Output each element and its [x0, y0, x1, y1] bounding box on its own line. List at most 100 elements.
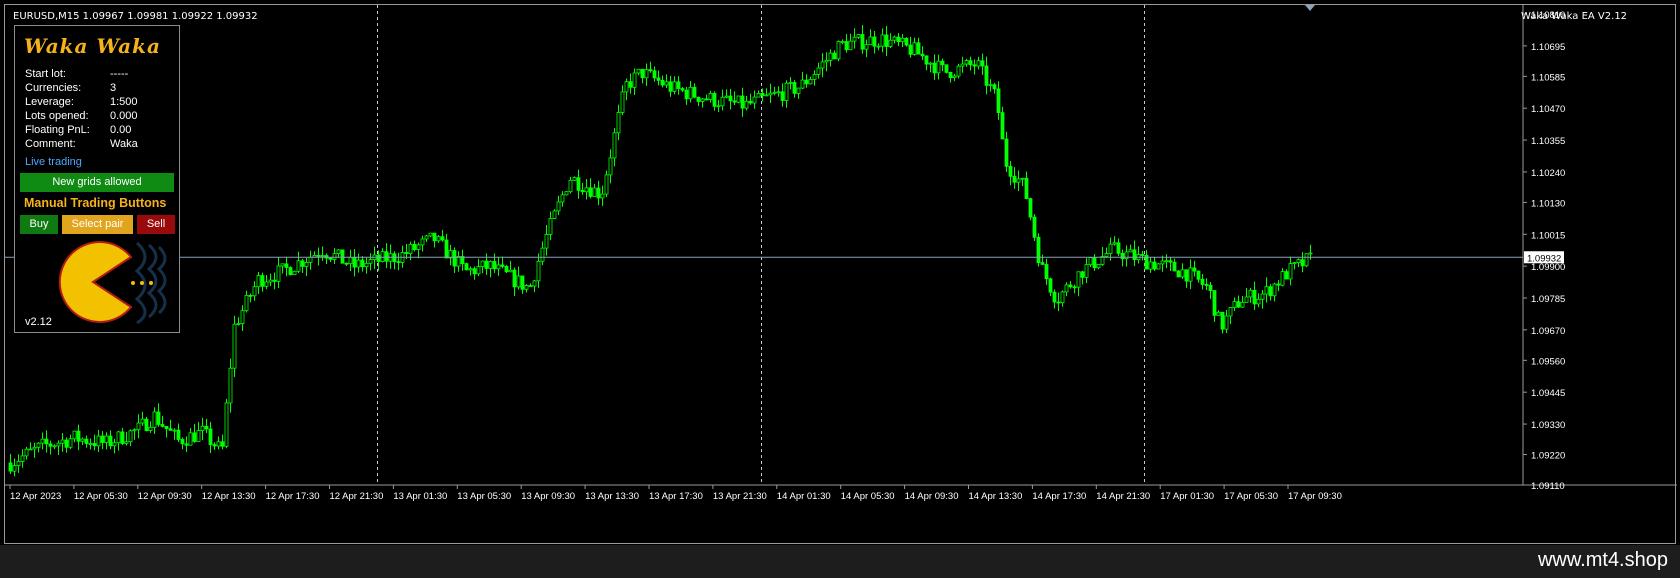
candle-body	[1272, 283, 1277, 297]
candle-body	[444, 239, 449, 259]
candle-body	[588, 187, 593, 197]
price-tick-label: 1.10015	[1531, 230, 1565, 241]
candle-body	[1196, 270, 1201, 280]
sell-button[interactable]: Sell	[137, 215, 175, 234]
candle-body	[20, 455, 25, 462]
candle-body	[248, 294, 253, 297]
candle-body	[1188, 267, 1193, 282]
candle-body	[1064, 284, 1069, 293]
candle-body	[1168, 260, 1173, 263]
candle-body	[368, 259, 373, 264]
candle-body	[876, 45, 881, 48]
candle-body	[1036, 236, 1041, 264]
candle-body	[156, 411, 161, 425]
candle-body	[1240, 301, 1245, 308]
candle-body	[104, 435, 109, 443]
candle-body	[1172, 261, 1177, 272]
time-tick-label: 13 Apr 17:30	[649, 491, 703, 502]
candle-body	[196, 430, 201, 442]
candle-body	[580, 189, 585, 193]
candle-body	[236, 323, 241, 325]
symbol-title: EURUSD,M15 1.09967 1.09981 1.09922 1.099…	[13, 11, 258, 22]
candle-body	[60, 439, 65, 444]
candle-body	[784, 82, 789, 101]
candle-body	[692, 86, 697, 98]
candle-body	[492, 261, 497, 270]
candle-body	[716, 105, 721, 108]
candle-body	[1200, 278, 1205, 285]
candle-body	[772, 91, 777, 94]
candle-body	[256, 275, 261, 288]
candle-body	[908, 44, 913, 55]
candle-body	[776, 91, 781, 94]
candle-body	[660, 79, 665, 86]
time-tick-label: 12 Apr 17:30	[266, 491, 320, 502]
candle-body	[964, 60, 969, 65]
price-tick-label: 1.10240	[1531, 168, 1565, 179]
time-tick-label: 12 Apr 21:30	[330, 491, 384, 502]
price-tick-label: 1.10585	[1531, 72, 1565, 83]
status-live-trading: Live trading	[25, 156, 82, 168]
time-tick-label: 14 Apr 17:30	[1032, 491, 1086, 502]
candle-body	[616, 112, 621, 134]
info-value: 3	[110, 82, 117, 94]
candle-body	[1300, 259, 1305, 267]
candle-body	[768, 92, 773, 96]
candle-body	[148, 426, 153, 432]
candle-body	[912, 42, 917, 55]
candle-body	[940, 60, 945, 66]
time-tick-label: 13 Apr 21:30	[713, 491, 767, 502]
candle-body	[532, 280, 537, 287]
candle-body	[664, 81, 669, 86]
candle-body	[1208, 284, 1213, 291]
candle-body	[128, 430, 133, 443]
candle-body	[604, 174, 609, 195]
candle-body	[360, 259, 365, 268]
candle-body	[92, 443, 97, 447]
candle-body	[1000, 112, 1005, 140]
chart-window[interactable]: 1.10810 1.10695 1.10585 1.10470 1.10355 1.102…	[4, 4, 1677, 545]
candle-body	[268, 279, 273, 283]
candle-body	[1288, 263, 1293, 280]
candle-body	[332, 253, 337, 260]
manual-trading-title: Manual Trading Buttons	[24, 196, 167, 210]
candle-body	[600, 193, 605, 199]
candle-body	[624, 81, 629, 93]
candle-body	[1084, 264, 1089, 278]
candle-body	[804, 79, 809, 85]
candle-body	[1204, 284, 1209, 286]
candle-body	[376, 254, 381, 262]
candle-body	[48, 443, 53, 447]
candle-body	[36, 442, 41, 448]
candle-body	[188, 432, 193, 446]
candle-body	[1180, 269, 1185, 278]
candle-body	[732, 100, 737, 103]
candle-body	[512, 269, 517, 288]
candle-body	[172, 429, 177, 432]
candle-body	[1004, 138, 1009, 167]
candle-body	[976, 60, 981, 67]
select-pair-button[interactable]: Select pair	[62, 215, 133, 234]
price-chart[interactable]: 1.108101.106951.105851.104701.103551.102…	[5, 5, 1677, 545]
candle-body	[272, 279, 277, 282]
new-grids-button[interactable]: New grids allowed	[20, 173, 174, 192]
candle-body	[260, 275, 265, 287]
candle-body	[1256, 298, 1261, 305]
price-tick-label: 1.10695	[1531, 42, 1565, 53]
candle-body	[1008, 165, 1013, 177]
candle-body	[1052, 291, 1057, 303]
candle-body	[556, 201, 561, 212]
price-tick-label: 1.09330	[1531, 420, 1565, 431]
candle-body	[868, 36, 873, 46]
candle-body	[348, 256, 353, 265]
candle-body	[220, 441, 225, 447]
time-tick-label: 14 Apr 13:30	[969, 491, 1023, 502]
buy-button[interactable]: Buy	[20, 215, 58, 234]
candle-body	[264, 281, 269, 287]
candle-body	[1280, 271, 1285, 286]
candle-body	[684, 89, 689, 100]
candle-body	[632, 72, 637, 88]
time-tick-label: 14 Apr 05:30	[841, 491, 895, 502]
candle-body	[536, 260, 541, 282]
candle-body	[1040, 262, 1045, 265]
